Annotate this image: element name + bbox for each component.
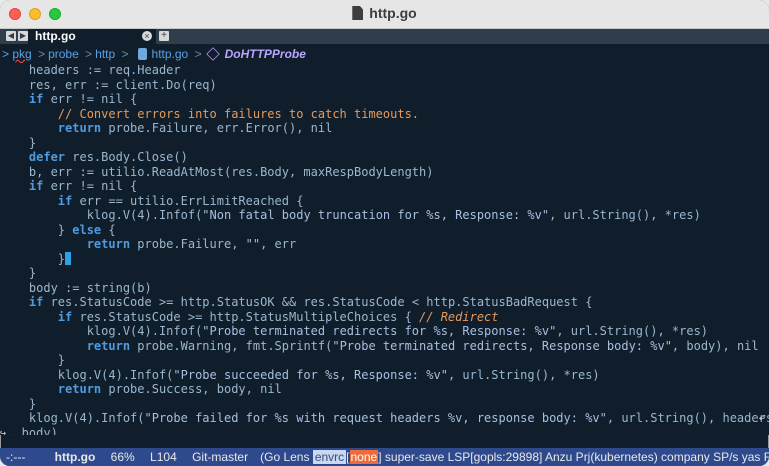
code-text: } (0, 353, 66, 367)
window-title-group: http.go (0, 5, 769, 21)
code-line[interactable]: } (0, 251, 769, 267)
buffer-name[interactable]: http.go (55, 448, 96, 466)
line-wrap-icon: ↪ (0, 427, 7, 435)
buffer-percent: 66% (110, 450, 135, 464)
envrc-badge: envrc (312, 450, 347, 464)
cube-icon (205, 47, 220, 61)
code-line[interactable]: if res.StatusCode >= http.StatusMultiple… (0, 310, 769, 325)
tab-forward-icon[interactable]: ▶ (18, 31, 28, 41)
code-line[interactable]: headers := req.Header (0, 63, 769, 78)
code-text: klog.V(4).Infof("Probe terminated redire… (0, 324, 709, 338)
code-line[interactable]: klog.V(4).Infof("Non fatal body truncati… (0, 208, 769, 223)
code-text: return probe.Failure, "", err (86, 237, 297, 251)
plus-icon[interactable]: + (159, 31, 169, 41)
code-line[interactable]: ↪ , body) (0, 426, 769, 436)
code-text: } (0, 251, 66, 266)
breadcrumb-segment-pkg[interactable]: pkg (12, 47, 31, 61)
git-branch[interactable]: Git-master (192, 448, 248, 466)
line-wrap-icon: ↩ (759, 413, 766, 424)
code-text: body := string(b) (0, 280, 152, 295)
code-line[interactable]: defer res.Body.Close() (0, 150, 769, 165)
breadcrumb-lead: > (2, 47, 10, 61)
code-line[interactable]: return probe.Success, body, nil (0, 382, 769, 397)
code-line[interactable]: } (0, 136, 769, 151)
code-text: } (0, 266, 37, 280)
code-line[interactable]: // Convert errors into failures to catch… (0, 107, 769, 122)
code-line[interactable]: if err == utilio.ErrLimitReached { (0, 194, 769, 209)
code-line[interactable]: b, err := utilio.ReadAtMost(res.Body, ma… (0, 165, 769, 180)
code-text: return probe.Success, body, nil (57, 382, 282, 396)
breadcrumb-separator: > (38, 47, 46, 61)
window-title: http.go (369, 5, 417, 21)
code-line[interactable]: return probe.Warning, fmt.Sprintf("Probe… (0, 339, 769, 354)
code-line[interactable]: res, err := client.Do(req) (0, 78, 769, 93)
code-editor[interactable]: headers := req.Header res, err := client… (0, 63, 769, 435)
code-text: headers := req.Header (0, 63, 181, 77)
major-mode[interactable]: (Go Lens (260, 450, 309, 464)
code-text: } else { (0, 222, 116, 237)
code-text: return probe.Warning, fmt.Sprintf("Probe… (86, 338, 759, 353)
title-bar: http.go (0, 0, 769, 29)
envrc-status: none (349, 450, 379, 464)
code-text: b, err := utilio.ReadAtMost(res.Body, ma… (0, 164, 434, 179)
code-text: res, err := client.Do(req) (0, 77, 217, 92)
code-line[interactable]: klog.V(4).Infof("Probe succeeded for %s,… (0, 368, 769, 383)
code-text: if err != nil { (28, 179, 138, 193)
code-line[interactable]: } (0, 397, 769, 412)
close-icon[interactable]: × (142, 31, 152, 41)
breadcrumb-file[interactable]: http.go (152, 47, 189, 61)
code-text: klog.V(4).Infof("Probe succeeded for %s,… (0, 367, 600, 382)
code-line[interactable]: klog.V(4).Infof("Probe terminated redire… (0, 324, 769, 339)
breadcrumb-segment-probe[interactable]: probe (48, 47, 79, 61)
code-line[interactable]: if err != nil { (0, 179, 769, 194)
code-text: if res.StatusCode >= http.StatusMultiple… (57, 309, 499, 324)
mode-line: -:--- http.go 66% L104 Git-master (Go Len… (0, 448, 769, 466)
tab-bar: ◀ ▶ http.go × + (0, 29, 769, 44)
breadcrumb-segment-http[interactable]: http (95, 47, 115, 61)
code-line[interactable]: } (0, 266, 769, 281)
breadcrumb-separator: > (121, 47, 129, 61)
envrc-bracket-close: ] (378, 450, 382, 464)
code-text: klog.V(4).Infof("Probe failed for %s wit… (0, 411, 769, 425)
code-line[interactable]: } else { (0, 223, 769, 238)
code-text: if err == utilio.ErrLimitReached { (57, 193, 304, 208)
code-line[interactable]: body := string(b) (0, 281, 769, 296)
code-text: // Convert errors into failures to catch… (0, 106, 420, 121)
editor-window: http.go ◀ ▶ http.go × + > pkg > probe > ht… (0, 0, 769, 466)
text-cursor (65, 251, 72, 265)
code-line[interactable]: klog.V(4).Infof("Probe failed for %s wit… (0, 411, 769, 426)
tab-http-go[interactable]: http.go × (28, 29, 156, 44)
code-text: klog.V(4).Infof("Non fatal body truncati… (0, 208, 701, 222)
breadcrumb: > pkg > probe > http > http.go > DoHTTPProbe (0, 44, 769, 64)
code-text: } (0, 396, 37, 411)
document-icon (352, 6, 364, 20)
code-text: if err != nil { (28, 92, 138, 106)
buffer-state: -:--- (6, 450, 26, 464)
envrc-bracket-open: [ (346, 450, 350, 464)
code-text: if res.StatusCode >= http.StatusOK && re… (28, 295, 593, 309)
code-text: return probe.Failure, err.Error(), nil (57, 121, 333, 135)
breadcrumb-separator: > (85, 47, 93, 61)
code-line[interactable]: return probe.Failure, err.Error(), nil (0, 121, 769, 136)
code-text: defer res.Body.Close() (28, 150, 188, 164)
go-file-icon (137, 48, 147, 60)
tab-label: http.go (35, 29, 76, 43)
breadcrumb-function[interactable]: DoHTTPProbe (225, 47, 306, 61)
tab-back-icon[interactable]: ◀ (6, 31, 16, 41)
code-line[interactable]: return probe.Failure, "", err (0, 237, 769, 252)
code-line[interactable]: if err != nil { (0, 92, 769, 107)
code-line[interactable]: if res.StatusCode >= http.StatusOK && re… (0, 295, 769, 310)
code-text: , body) (0, 425, 58, 436)
code-line[interactable]: } (0, 353, 769, 368)
minor-modes: super-save LSP[gopls:29898] Anzu Prj(kub… (384, 450, 769, 464)
code-text: } (0, 135, 37, 150)
line-number: L104 (150, 450, 177, 464)
breadcrumb-separator: > (194, 47, 202, 61)
